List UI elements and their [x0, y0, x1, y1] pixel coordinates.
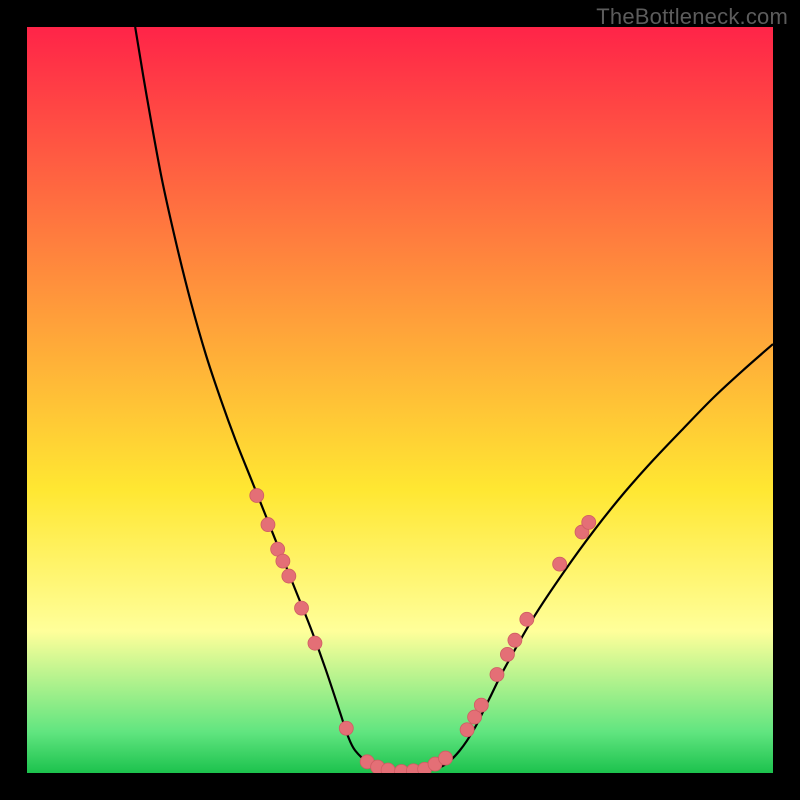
data-marker — [460, 723, 474, 737]
data-marker — [381, 763, 395, 773]
data-marker — [282, 569, 296, 583]
plot-area — [27, 27, 773, 773]
data-marker — [508, 633, 522, 647]
chart-frame: TheBottleneck.com — [0, 0, 800, 800]
watermark-text: TheBottleneck.com — [596, 4, 788, 30]
data-marker — [308, 636, 322, 650]
data-marker — [439, 751, 453, 765]
data-marker — [520, 612, 534, 626]
data-marker — [261, 518, 275, 532]
gradient-background — [27, 27, 773, 773]
data-marker — [339, 721, 353, 735]
data-marker — [474, 698, 488, 712]
data-marker — [553, 557, 567, 571]
data-marker — [276, 554, 290, 568]
data-marker — [490, 668, 504, 682]
data-marker — [295, 601, 309, 615]
data-marker — [582, 515, 596, 529]
chart-svg — [27, 27, 773, 773]
data-marker — [500, 647, 514, 661]
data-marker — [250, 488, 264, 502]
